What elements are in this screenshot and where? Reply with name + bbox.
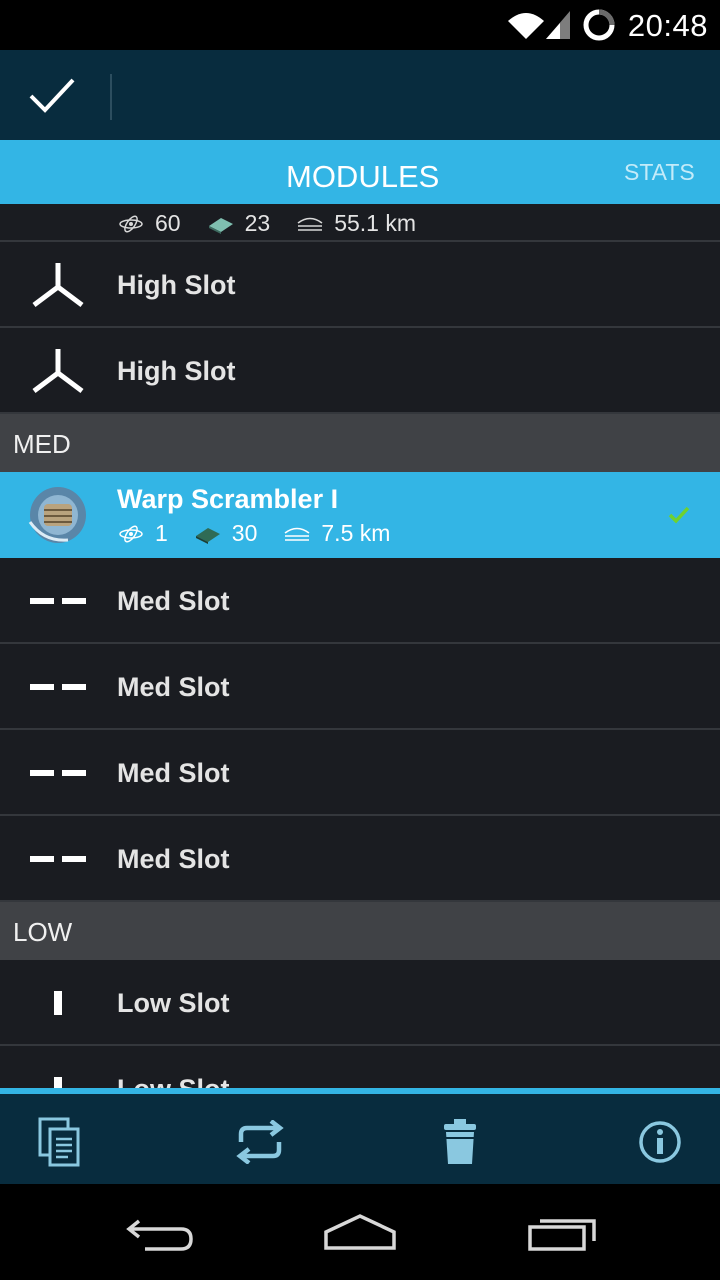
powergrid-chip-icon [195, 527, 220, 544]
home-icon [324, 1214, 396, 1250]
list-item-low-slot[interactable]: Low Slot [0, 1046, 720, 1088]
section-header-med: MED [0, 414, 720, 472]
range-value: 55.1 km [334, 210, 417, 236]
trash-icon [444, 1119, 476, 1164]
status-bar: 20:48 [0, 0, 720, 50]
med-slot-icon [30, 770, 86, 776]
slot-label: Low Slot [117, 1046, 229, 1088]
cpu-value: 60 [155, 210, 181, 236]
slot-label: High Slot [117, 356, 236, 386]
med-slot-icon [30, 856, 86, 862]
home-button[interactable] [310, 1208, 410, 1258]
list-item-med-slot[interactable]: Med Slot [0, 730, 720, 816]
swap-button[interactable] [220, 1108, 300, 1176]
slot-label: Med Slot [117, 672, 230, 702]
powergrid-value: 30 [231, 520, 258, 546]
system-nav-bar [0, 1184, 720, 1280]
info-button[interactable] [620, 1108, 700, 1176]
section-header-low: LOW [0, 902, 720, 960]
action-divider [110, 74, 112, 120]
low-slot-icon [54, 991, 62, 1015]
back-icon [126, 1219, 193, 1251]
list-item-med-slot[interactable]: Med Slot [0, 644, 720, 730]
powergrid-value: 23 [244, 210, 271, 236]
med-slot-icon [30, 684, 86, 690]
module-stats: 60 23 55.1 km [117, 210, 442, 237]
selected-check-icon [668, 506, 690, 524]
range-value: 7.5 km [321, 520, 391, 546]
slot-label: Med Slot [117, 844, 230, 874]
cpu-atom-icon [119, 525, 143, 542]
cell-signal-icon [546, 11, 570, 39]
list-item-high-slot[interactable]: High Slot [0, 328, 720, 414]
cpu-atom-icon [119, 215, 143, 232]
recents-icon [528, 1219, 596, 1251]
module-stats: 1 30 7.5 km [117, 520, 416, 547]
slot-label: Med Slot [117, 758, 230, 788]
low-slot-icon [54, 1077, 62, 1088]
high-slot-icon [32, 263, 84, 307]
module-name: Warp Scrambler I [117, 484, 339, 514]
status-clock: 20:48 [627, 8, 708, 43]
slot-label: High Slot [117, 270, 236, 300]
back-button[interactable] [110, 1208, 210, 1258]
battery-ring-icon [583, 9, 615, 41]
range-icon [284, 527, 310, 541]
powergrid-chip-icon [208, 217, 233, 234]
range-icon [297, 217, 323, 231]
cpu-value: 1 [155, 520, 168, 546]
tab-modules[interactable]: MODULES [286, 140, 439, 204]
slot-label: Low Slot [117, 988, 230, 1018]
med-slot-icon [30, 598, 86, 604]
delete-button[interactable] [420, 1108, 500, 1176]
tab-bar: MODULES STATS [0, 140, 720, 204]
wifi-icon [508, 13, 544, 39]
done-button[interactable] [0, 50, 110, 140]
action-bar [0, 50, 720, 140]
list-item-high-slot[interactable]: High Slot [0, 242, 720, 328]
slot-label: Med Slot [117, 586, 230, 616]
list-item[interactable]: 60 23 55.1 km [0, 204, 720, 242]
copy-document-icon [38, 1117, 80, 1167]
info-icon [639, 1121, 681, 1163]
high-slot-icon [32, 349, 84, 393]
checkmark-icon [29, 78, 75, 113]
recents-button[interactable] [512, 1208, 612, 1258]
list-item-med-slot[interactable]: Med Slot [0, 816, 720, 902]
bottom-toolbar [0, 1088, 720, 1184]
list-item-selected-module[interactable]: Warp Scrambler I 1 30 7.5 km [0, 472, 720, 558]
list-item-med-slot[interactable]: Med Slot [0, 558, 720, 644]
tab-stats[interactable]: STATS [624, 140, 695, 204]
warp-scrambler-icon [28, 487, 86, 543]
module-list[interactable]: 60 23 55.1 km High Slot High Slot MED Wa… [0, 204, 720, 1088]
list-item-low-slot[interactable]: Low Slot [0, 960, 720, 1046]
copy-button[interactable] [20, 1108, 100, 1176]
swap-icon [236, 1120, 284, 1164]
